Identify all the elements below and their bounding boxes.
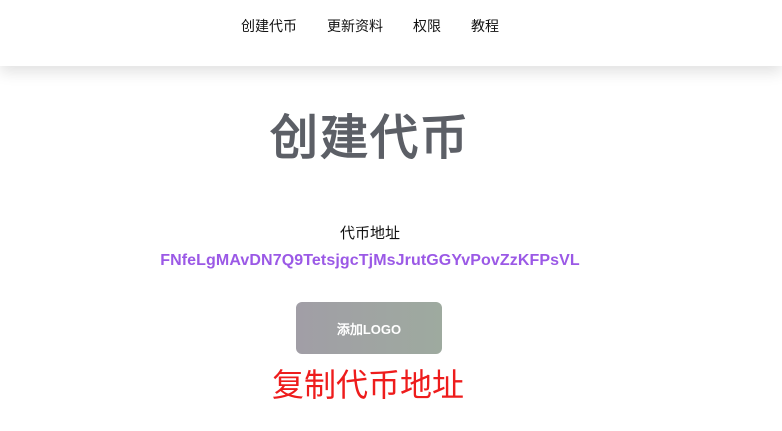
nav-item-permissions[interactable]: 权限: [413, 20, 441, 34]
page-title: 创建代币: [269, 110, 470, 166]
copy-token-address-link[interactable]: 复制代币地址: [0, 366, 736, 404]
top-nav-bar: 创建代币 更新资料 权限 教程: [0, 0, 782, 66]
page: 创建代币 更新资料 权限 教程 创建代币 代币地址 FNfeLgMAvDN7Q9…: [0, 0, 782, 431]
add-logo-button[interactable]: 添加LOGO: [296, 302, 442, 354]
nav-item-create-token[interactable]: 创建代币: [241, 20, 297, 34]
token-address-value: FNfeLgMAvDN7Q9TetsjgcTjMsJrutGGYvPovZzKF…: [160, 252, 580, 269]
nav-item-tutorial[interactable]: 教程: [471, 20, 499, 34]
nav-menu: 创建代币 更新资料 权限 教程: [0, 0, 740, 54]
token-address-label: 代币地址: [339, 224, 400, 242]
nav-item-update-info[interactable]: 更新资料: [327, 20, 383, 34]
